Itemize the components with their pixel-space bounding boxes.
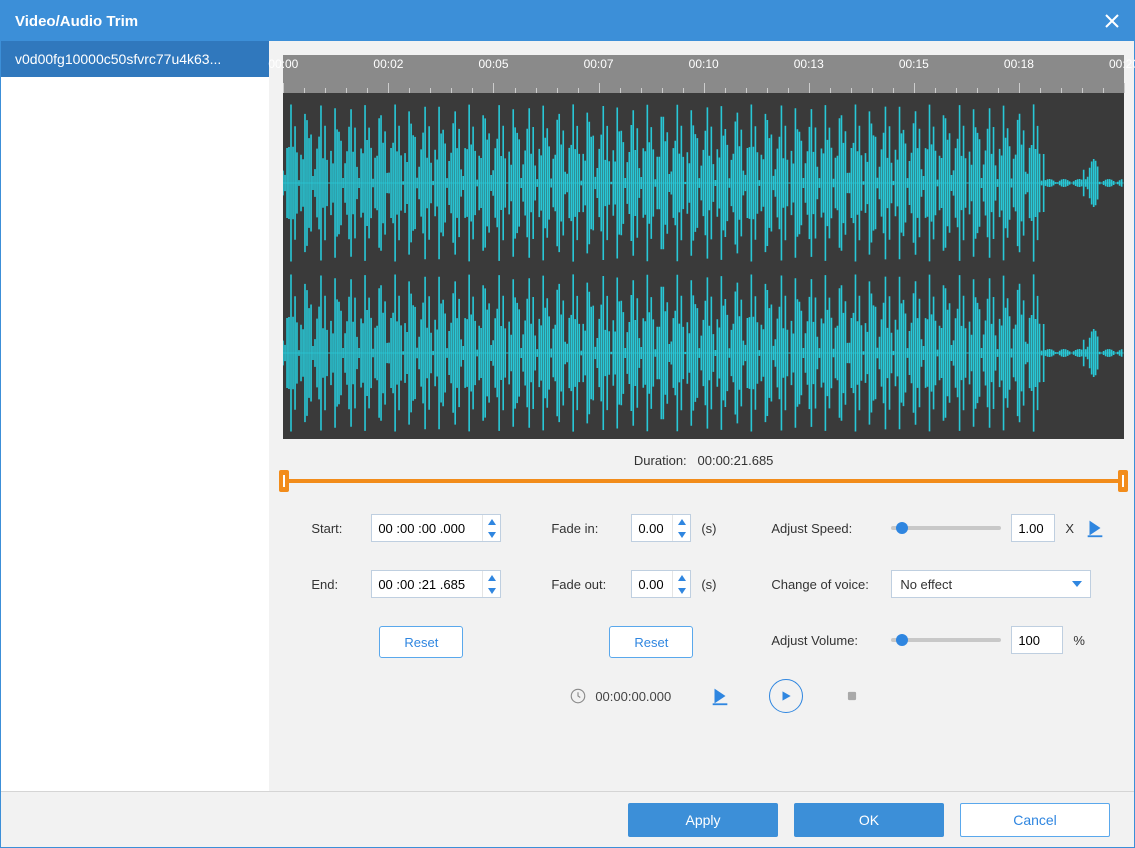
end-label: End: (311, 577, 361, 592)
fade-reset-row: Reset (551, 626, 751, 658)
volume-row: Adjust Volume: % (771, 626, 1106, 654)
volume-value[interactable] (1011, 626, 1063, 654)
end-input[interactable] (371, 570, 501, 598)
end-field[interactable] (372, 571, 482, 597)
ruler-label: 00:10 (689, 57, 719, 71)
fade-unit: (s) (701, 577, 716, 592)
adjust-column: Adjust Speed: X Change of voice: No ef (771, 514, 1106, 658)
trim-track (283, 479, 1124, 483)
fadeout-label: Fade out: (551, 577, 621, 592)
voice-value: No effect (900, 577, 952, 592)
speed-label: Adjust Speed: (771, 521, 881, 536)
sidebar-fill (1, 77, 269, 791)
clock-icon (569, 687, 587, 705)
trim-range[interactable] (283, 476, 1124, 486)
fadein-label: Fade in: (551, 521, 621, 536)
titlebar: Video/Audio Trim (1, 1, 1134, 41)
fadein-field[interactable] (632, 515, 672, 541)
controls: Start: Fade in: (283, 514, 1124, 658)
voice-row: Change of voice: No effect (771, 570, 1106, 598)
playback-time: 00:00:00.000 (595, 689, 671, 704)
ruler-label: 00:02 (373, 57, 403, 71)
cancel-button[interactable]: Cancel (960, 803, 1110, 837)
ruler-label: 00:05 (478, 57, 508, 71)
voice-select[interactable]: No effect (891, 570, 1091, 598)
duration-label: Duration: (634, 453, 687, 468)
down-icon[interactable] (673, 528, 690, 541)
ruler-label: 00:07 (584, 57, 614, 71)
end-row: End: (311, 570, 531, 598)
start-label: Start: (311, 521, 361, 536)
speed-slider[interactable] (891, 526, 1001, 530)
play-button[interactable] (769, 679, 803, 713)
chevron-down-icon (1072, 581, 1082, 587)
fadein-stepper[interactable] (672, 515, 690, 541)
window-title: Video/Audio Trim (15, 13, 138, 30)
ok-button[interactable]: OK (794, 803, 944, 837)
volume-slider[interactable] (891, 638, 1001, 642)
ruler-label: 00:20 (1109, 57, 1135, 71)
slider-knob[interactable] (896, 522, 908, 534)
playback-row: 00:00:00.000 (569, 679, 867, 713)
duration-row: Duration: 00:00:21.685 (283, 439, 1124, 476)
slider-knob[interactable] (896, 634, 908, 646)
volume-label: Adjust Volume: (771, 633, 881, 648)
time-reset-row: Reset (311, 626, 531, 658)
fade-unit: (s) (701, 521, 716, 536)
close-icon[interactable] (1104, 13, 1120, 29)
fadein-row: Fade in: (s) (551, 514, 751, 542)
up-icon[interactable] (483, 515, 500, 528)
playback-clock: 00:00:00.000 (569, 687, 671, 705)
ruler-label: 00:18 (1004, 57, 1034, 71)
end-stepper[interactable] (482, 571, 500, 597)
fadeout-stepper[interactable] (672, 571, 690, 597)
speed-row: Adjust Speed: X (771, 514, 1106, 542)
footer: Apply OK Cancel (1, 791, 1134, 847)
waveform[interactable] (283, 93, 1124, 439)
ruler-label: 00:13 (794, 57, 824, 71)
down-icon[interactable] (483, 584, 500, 597)
fadeout-row: Fade out: (s) (551, 570, 751, 598)
voice-label: Change of voice: (771, 577, 881, 592)
reset-fade-button[interactable]: Reset (609, 626, 693, 658)
start-stepper[interactable] (482, 515, 500, 541)
sidebar-item-file[interactable]: v0d00fg10000c50sfvrc77u4k63... (1, 41, 269, 77)
down-icon[interactable] (483, 528, 500, 541)
start-row: Start: (311, 514, 531, 542)
speed-preview-button[interactable] (1084, 517, 1106, 539)
reset-time-button[interactable]: Reset (379, 626, 463, 658)
volume-suffix: % (1073, 633, 1085, 648)
fadeout-field[interactable] (632, 571, 672, 597)
start-input[interactable] (371, 514, 501, 542)
up-icon[interactable] (673, 515, 690, 528)
trim-window: Video/Audio Trim v0d00fg10000c50sfvrc77u… (0, 0, 1135, 848)
main: 00:00 00:02 00:05 00:07 00:10 00:13 00:15 00:18… (269, 41, 1134, 791)
fadein-input[interactable] (631, 514, 691, 542)
play-range-button[interactable] (705, 681, 735, 711)
fadeout-input[interactable] (631, 570, 691, 598)
apply-button[interactable]: Apply (628, 803, 778, 837)
speed-value[interactable] (1011, 514, 1055, 542)
ruler-label: 00:00 (268, 57, 298, 71)
timeline: 00:0000:0200:0500:0700:1000:1300:1500:18… (283, 55, 1124, 658)
down-icon[interactable] (673, 584, 690, 597)
body: v0d00fg10000c50sfvrc77u4k63... 00:0000:0… (1, 41, 1134, 791)
ruler-label: 00:15 (899, 57, 929, 71)
trim-handle-end[interactable] (1118, 470, 1128, 492)
time-ruler[interactable]: 00:0000:0200:0500:0700:1000:1300:1500:18… (283, 55, 1124, 93)
start-field[interactable] (372, 515, 482, 541)
stop-button[interactable] (837, 681, 867, 711)
up-icon[interactable] (483, 571, 500, 584)
up-icon[interactable] (673, 571, 690, 584)
duration-value: 00:00:21.685 (698, 453, 774, 468)
trim-handle-start[interactable] (279, 470, 289, 492)
speed-suffix: X (1065, 521, 1074, 536)
sidebar: v0d00fg10000c50sfvrc77u4k63... (1, 41, 269, 791)
